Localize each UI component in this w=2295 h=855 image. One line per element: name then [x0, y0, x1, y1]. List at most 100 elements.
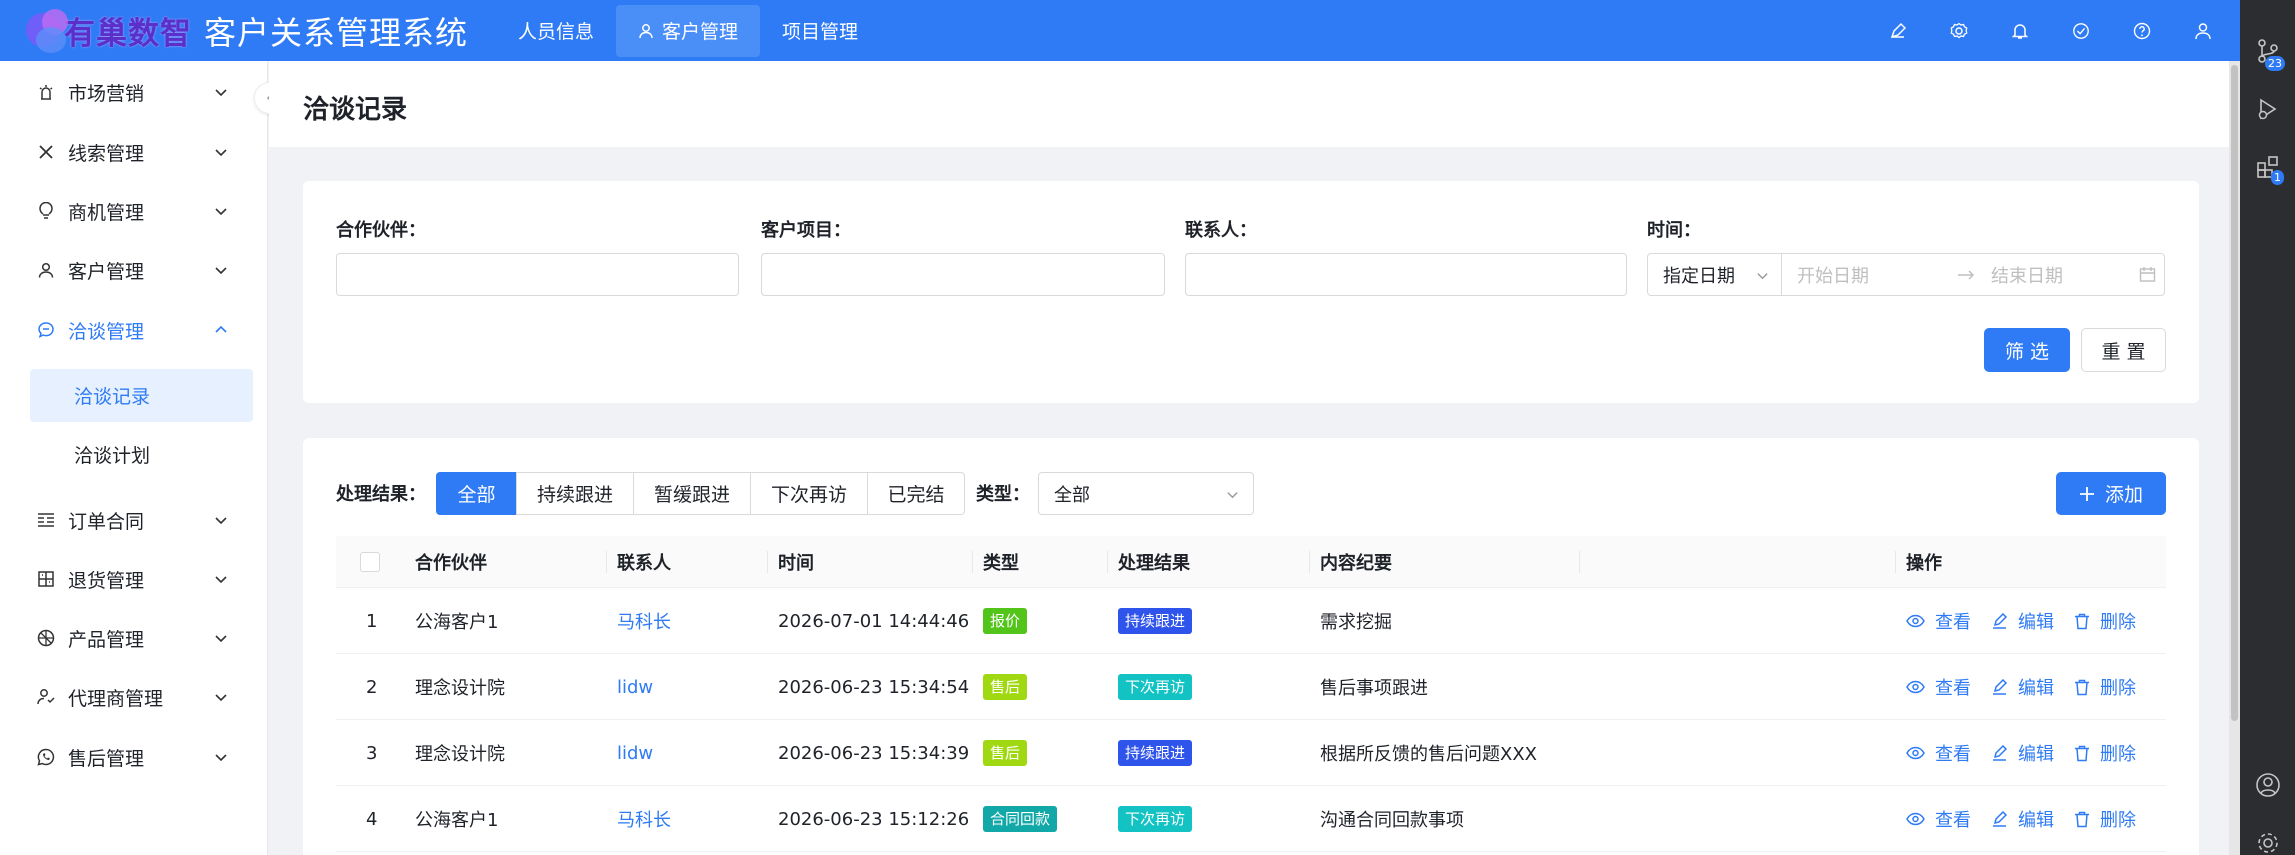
- account-icon[interactable]: [2255, 772, 2281, 798]
- segment-continuous-follow-up[interactable]: 持续跟进: [516, 472, 634, 515]
- result-filter-label: 处理结果：: [336, 484, 426, 505]
- row-index: 4: [366, 808, 378, 830]
- trash-icon: [2075, 745, 2089, 761]
- sidebar-item-negotiation[interactable]: 洽谈管理: [0, 310, 268, 350]
- run-debug-icon[interactable]: [2255, 96, 2281, 122]
- segment-paused-follow-up[interactable]: 暂缓跟进: [633, 472, 751, 515]
- row-index: 2: [366, 676, 378, 698]
- edit-action[interactable]: 编辑: [1991, 806, 2054, 832]
- edit-action[interactable]: 编辑: [1991, 674, 2054, 700]
- bell-icon[interactable]: [2011, 22, 2029, 40]
- logo[interactable]: 有巢数智: [22, 7, 192, 55]
- reset-button[interactable]: 重 置: [2081, 328, 2166, 372]
- nav-item-customers[interactable]: 客户管理: [616, 4, 761, 57]
- help-icon[interactable]: [2133, 22, 2151, 40]
- start-date-input[interactable]: 开始日期: [1797, 262, 1957, 288]
- type-tag: 售后: [983, 740, 1028, 766]
- manage-gear-icon[interactable]: [2255, 830, 2281, 855]
- chevron-down-icon: [215, 635, 227, 643]
- edit-icon: [1993, 678, 2008, 695]
- calendar-icon: [2139, 267, 2156, 282]
- partner-input[interactable]: [336, 253, 739, 296]
- table-row: 2 理念设计院 lidw 2026-06-23 15:34:54 售后 下次再访…: [336, 654, 2166, 720]
- delete-action[interactable]: 删除: [2074, 608, 2136, 634]
- sidebar-subitem-negotiation-plan[interactable]: 洽谈计划: [30, 428, 253, 481]
- chevron-down-icon: [215, 694, 227, 702]
- edit-icon: [1993, 612, 2008, 629]
- page-scrollbar[interactable]: [2229, 61, 2240, 855]
- col-contact: 联系人: [617, 553, 671, 574]
- table-row: 4 公海客户1 马科长 2026-06-23 15:12:26 合同回款 下次再…: [336, 786, 2166, 852]
- contact-link[interactable]: lidw: [617, 720, 653, 786]
- select-all-checkbox[interactable]: [360, 552, 380, 572]
- view-action[interactable]: 查看: [1906, 806, 1971, 832]
- partner-cell: 理念设计院: [415, 744, 505, 765]
- add-button[interactable]: 添加: [2056, 472, 2166, 515]
- delete-action[interactable]: 删除: [2074, 806, 2136, 832]
- time-cell: 2026-07-01 14:44:46: [778, 610, 970, 632]
- partner-cell: 公海客户1: [415, 612, 499, 633]
- scrollbar-thumb[interactable]: [2231, 65, 2238, 721]
- source-control-badge: 23: [2265, 56, 2285, 71]
- gear-icon[interactable]: [1950, 22, 1968, 40]
- segment-all[interactable]: 全部: [436, 472, 517, 515]
- sidebar-item-orders[interactable]: 订单合同: [0, 500, 268, 540]
- edit-action[interactable]: 编辑: [1991, 740, 2054, 766]
- view-action[interactable]: 查看: [1906, 674, 1971, 700]
- user-icon[interactable]: [2194, 22, 2212, 40]
- contact-input[interactable]: [1185, 253, 1627, 296]
- table-row: 1 公海客户1 马科长 2026-07-01 14:44:46 报价 持续跟进 …: [336, 588, 2166, 654]
- sidebar-item-marketing[interactable]: 市场营销: [0, 72, 268, 112]
- chevron-down-icon: [215, 517, 227, 525]
- view-action[interactable]: 查看: [1906, 740, 1971, 766]
- page-title: 洽谈记录: [303, 95, 408, 125]
- edit-action[interactable]: 编辑: [1991, 608, 2054, 634]
- table-header: 合作伙伴 联系人 时间 类型 处理结果 内容纪要 操作: [336, 536, 2166, 588]
- segment-revisit[interactable]: 下次再访: [750, 472, 868, 515]
- date-mode-select[interactable]: 指定日期: [1648, 254, 1782, 295]
- edit-icon: [1993, 744, 2008, 761]
- trash-icon: [2075, 679, 2089, 695]
- whatsapp-icon: [36, 747, 56, 767]
- filter-button[interactable]: 筛 选: [1984, 328, 2070, 372]
- header-icons: [1846, 0, 2212, 61]
- view-action[interactable]: 查看: [1906, 608, 1971, 634]
- sidebar-item-after-sales[interactable]: 售后管理: [0, 737, 268, 777]
- delete-action[interactable]: 删除: [2074, 740, 2136, 766]
- col-partner: 合作伙伴: [415, 553, 487, 574]
- sidebar-item-returns[interactable]: 退货管理: [0, 559, 268, 599]
- contact-link[interactable]: lidw: [617, 654, 653, 720]
- sidebar-item-products[interactable]: 产品管理: [0, 618, 268, 658]
- nav-item-staff[interactable]: 人员信息: [496, 5, 616, 57]
- row-index: 3: [366, 742, 378, 764]
- project-label: 客户项目：: [761, 220, 851, 241]
- delete-action[interactable]: 删除: [2074, 674, 2136, 700]
- pen-icon[interactable]: [1889, 22, 1907, 40]
- chevron-down-icon: [215, 754, 227, 762]
- col-result: 处理结果: [1118, 553, 1190, 574]
- check-circle-icon[interactable]: [2072, 22, 2090, 40]
- ide-side-strip: [2240, 0, 2295, 855]
- type-select[interactable]: 全部: [1038, 472, 1254, 515]
- top-header: 有巢数智 客户关系管理系统 人员信息 客户管理 项目管理: [0, 0, 2240, 61]
- sidebar-item-opportunities[interactable]: 商机管理: [0, 191, 268, 231]
- result-tag: 下次再访: [1118, 806, 1193, 832]
- sidebar-subitem-negotiation-records[interactable]: 洽谈记录: [30, 369, 253, 422]
- page-title-bar: 洽谈记录: [269, 61, 2229, 147]
- project-input[interactable]: [761, 253, 1165, 296]
- segment-completed[interactable]: 已完结: [867, 472, 965, 515]
- x-logo-icon: [36, 142, 56, 162]
- col-type: 类型: [983, 553, 1019, 574]
- time-cell: 2026-06-23 15:34:54: [778, 676, 970, 698]
- end-date-input[interactable]: 结束日期: [1991, 262, 2139, 288]
- nav-item-projects[interactable]: 项目管理: [760, 5, 880, 57]
- grid-icon: [36, 569, 56, 589]
- campaign-icon: [36, 82, 56, 102]
- contact-link[interactable]: 马科长: [617, 588, 671, 654]
- contact-link[interactable]: 马科长: [617, 786, 671, 852]
- table-row: 3 理念设计院 lidw 2026-06-23 15:34:39 售后 持续跟进…: [336, 720, 2166, 786]
- top-nav: 人员信息 客户管理 项目管理: [496, 0, 880, 61]
- sidebar-item-leads[interactable]: 线索管理: [0, 132, 268, 172]
- sidebar-item-customers[interactable]: 客户管理: [0, 250, 268, 290]
- sidebar-item-agents[interactable]: 代理商管理: [0, 677, 268, 717]
